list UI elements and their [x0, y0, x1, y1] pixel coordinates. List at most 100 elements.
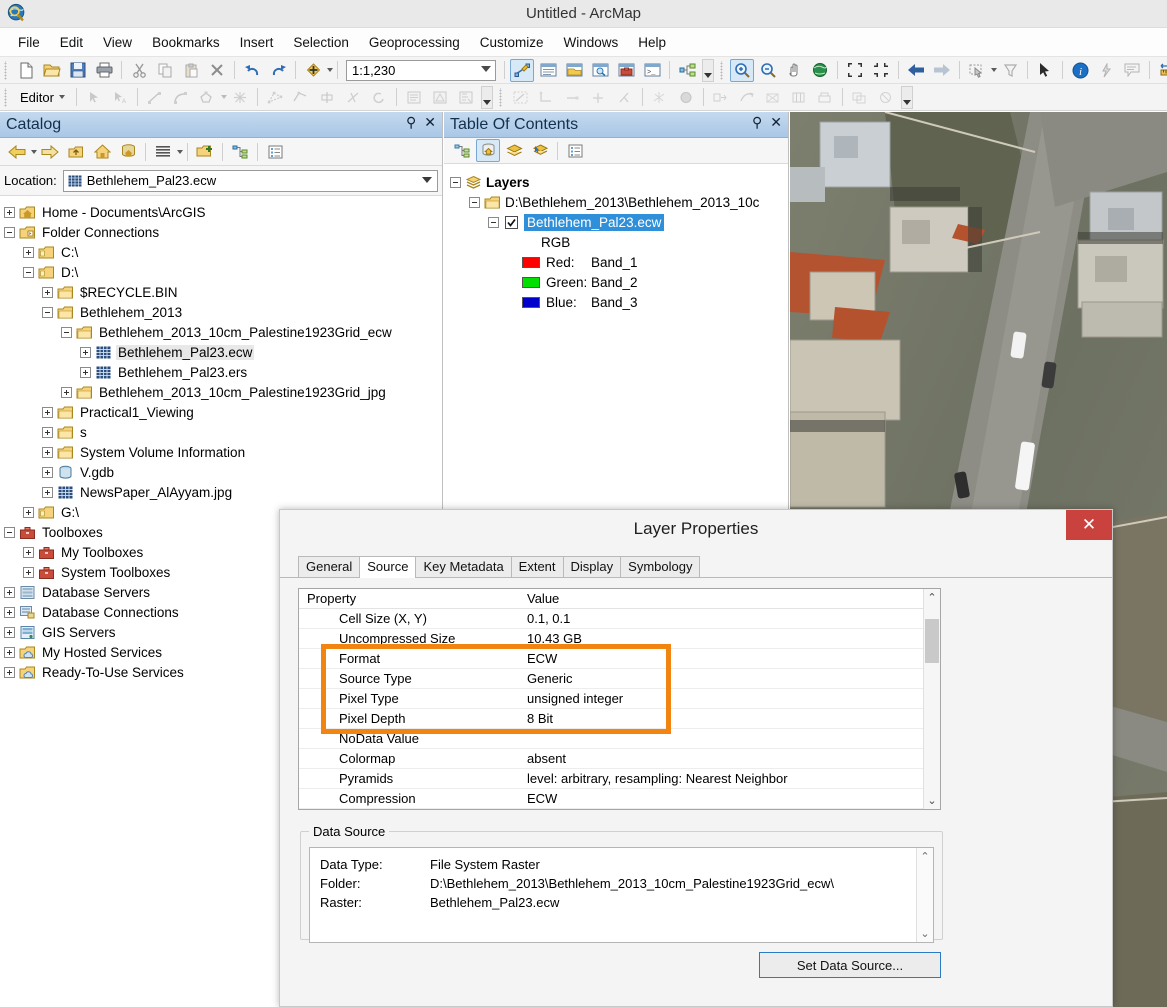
collapse-icon[interactable]: [4, 526, 15, 538]
open-icon[interactable]: [40, 59, 64, 82]
fixed-zoom-in-icon[interactable]: [843, 59, 867, 82]
back-extent-icon[interactable]: [904, 59, 928, 82]
menu-item-edit[interactable]: Edit: [50, 32, 93, 53]
property-table-row[interactable]: Colormap absent: [299, 749, 940, 769]
expand-icon[interactable]: [23, 546, 34, 558]
menu-item-file[interactable]: File: [8, 32, 50, 53]
select-features-icon[interactable]: [965, 59, 989, 82]
editor-menu-button[interactable]: Editor: [13, 86, 72, 108]
location-combobox[interactable]: Bethlehem_Pal23.ecw: [62, 169, 438, 192]
menu-item-help[interactable]: Help: [628, 32, 676, 53]
pan-icon[interactable]: [782, 59, 806, 82]
catalog-tree-item[interactable]: Bethlehem_Pal23.ers: [4, 362, 442, 382]
toc-band-row[interactable]: Blue: Band_3: [450, 292, 788, 312]
tab-key-metadata[interactable]: Key Metadata: [415, 556, 512, 577]
expand-icon[interactable]: [4, 606, 15, 618]
chevron-down-icon[interactable]: [422, 176, 432, 183]
catalog-tree-item[interactable]: s: [4, 422, 442, 442]
collapse-icon[interactable]: [23, 266, 34, 278]
catalog-tree-item[interactable]: C:\: [4, 242, 442, 262]
map-scale-combobox[interactable]: 1:1,230: [346, 59, 496, 81]
organize-items-icon[interactable]: [263, 140, 287, 163]
scroll-up-icon[interactable]: ⌃: [917, 848, 933, 865]
property-table-scrollbar[interactable]: ⌃ ⌄: [923, 589, 940, 809]
full-extent-icon[interactable]: [808, 59, 832, 82]
toolbar-overflow-button[interactable]: [702, 58, 714, 82]
toc-tree-item[interactable]: RGB: [450, 232, 788, 252]
cut-icon[interactable]: [127, 59, 151, 82]
expand-icon[interactable]: [42, 286, 53, 298]
back-dropdown-icon[interactable]: [31, 149, 37, 154]
new-map-icon[interactable]: [14, 59, 38, 82]
scroll-up-icon[interactable]: ⌃: [924, 589, 940, 606]
pin-icon[interactable]: ⚲: [406, 115, 416, 129]
expand-icon[interactable]: [42, 486, 53, 498]
expand-icon[interactable]: [23, 566, 34, 578]
hyperlink-icon[interactable]: [1094, 59, 1118, 82]
catalog-tree-item[interactable]: NewsPaper_AlAyyam.jpg: [4, 482, 442, 502]
forward-extent-icon[interactable]: [930, 59, 954, 82]
list-by-drawing-order-icon[interactable]: [450, 139, 474, 162]
home-icon[interactable]: [90, 140, 114, 163]
toc-band-row[interactable]: Green: Band_2: [450, 272, 788, 292]
select-elements-icon[interactable]: [1033, 59, 1057, 82]
menu-item-selection[interactable]: Selection: [283, 32, 359, 53]
expand-icon[interactable]: [23, 506, 34, 518]
set-data-source-button[interactable]: Set Data Source...: [759, 952, 941, 978]
tab-display[interactable]: Display: [562, 556, 622, 577]
contents-dropdown-icon[interactable]: [177, 149, 183, 154]
list-by-selection-icon[interactable]: [528, 139, 552, 162]
connect-to-folder-icon[interactable]: [193, 140, 217, 163]
clear-selection-icon[interactable]: [998, 59, 1022, 82]
catalog-icon[interactable]: [562, 59, 586, 82]
editor-toolbar-grip[interactable]: [3, 87, 10, 107]
up-one-level-icon[interactable]: [64, 140, 88, 163]
tab-symbology[interactable]: Symbology: [620, 556, 701, 577]
catalog-tree-item[interactable]: Home - Documents\ArcGIS: [4, 202, 442, 222]
collapse-icon[interactable]: [488, 216, 499, 228]
scroll-down-icon[interactable]: ⌄: [917, 925, 933, 942]
collapse-icon[interactable]: [42, 306, 53, 318]
catalog-tree-item[interactable]: Bethlehem_2013_10cm_Palestine1923Grid_jp…: [4, 382, 442, 402]
toggle-tree-view-icon[interactable]: [228, 140, 252, 163]
add-data-icon[interactable]: [301, 59, 325, 82]
catalog-tree-item[interactable]: Practical1_Viewing: [4, 402, 442, 422]
fixed-zoom-out-icon[interactable]: [869, 59, 893, 82]
catalog-tree-item[interactable]: Bethlehem_Pal23.ecw: [4, 342, 442, 362]
copy-icon[interactable]: [153, 59, 177, 82]
editor-toolbar-icon[interactable]: [510, 58, 534, 82]
collapse-icon[interactable]: [61, 326, 72, 338]
band-color-swatch[interactable]: [522, 276, 540, 288]
toggle-contents-panel-icon[interactable]: [151, 140, 175, 163]
catalog-tree-item[interactable]: Bethlehem_2013: [4, 302, 442, 322]
band-color-swatch[interactable]: [522, 256, 540, 268]
redo-icon[interactable]: [266, 59, 290, 82]
expand-icon[interactable]: [80, 366, 91, 378]
property-table-row[interactable]: Uncompressed Size 10.43 GB: [299, 629, 940, 649]
property-table-row[interactable]: Pixel Type unsigned integer: [299, 689, 940, 709]
advanced-editing-overflow-button[interactable]: [900, 85, 913, 109]
property-table-row[interactable]: Source Type Generic: [299, 669, 940, 689]
scroll-down-icon[interactable]: ⌄: [924, 792, 940, 809]
editor-overflow-button[interactable]: [480, 85, 493, 109]
catalog-tree-item[interactable]: Folder Connections: [4, 222, 442, 242]
arctoolbox-icon[interactable]: [614, 59, 638, 82]
expand-icon[interactable]: [23, 246, 34, 258]
property-table-row[interactable]: NoData Value: [299, 729, 940, 749]
expand-icon[interactable]: [80, 346, 91, 358]
delete-icon[interactable]: [205, 59, 229, 82]
expand-icon[interactable]: [4, 646, 15, 658]
close-icon[interactable]: ✕: [770, 115, 782, 129]
menu-item-customize[interactable]: Customize: [470, 32, 554, 53]
expand-icon[interactable]: [42, 426, 53, 438]
menu-item-bookmarks[interactable]: Bookmarks: [142, 32, 230, 53]
advanced-editing-grip[interactable]: [497, 87, 505, 107]
tab-general[interactable]: General: [298, 556, 361, 577]
toolbar-grip[interactable]: [3, 60, 10, 80]
expand-icon[interactable]: [4, 666, 15, 678]
catalog-tree-item[interactable]: System Volume Information: [4, 442, 442, 462]
model-builder-icon[interactable]: [675, 59, 699, 82]
search-icon[interactable]: [588, 59, 612, 82]
forward-icon[interactable]: [38, 140, 62, 163]
catalog-tree-item[interactable]: V.gdb: [4, 462, 442, 482]
